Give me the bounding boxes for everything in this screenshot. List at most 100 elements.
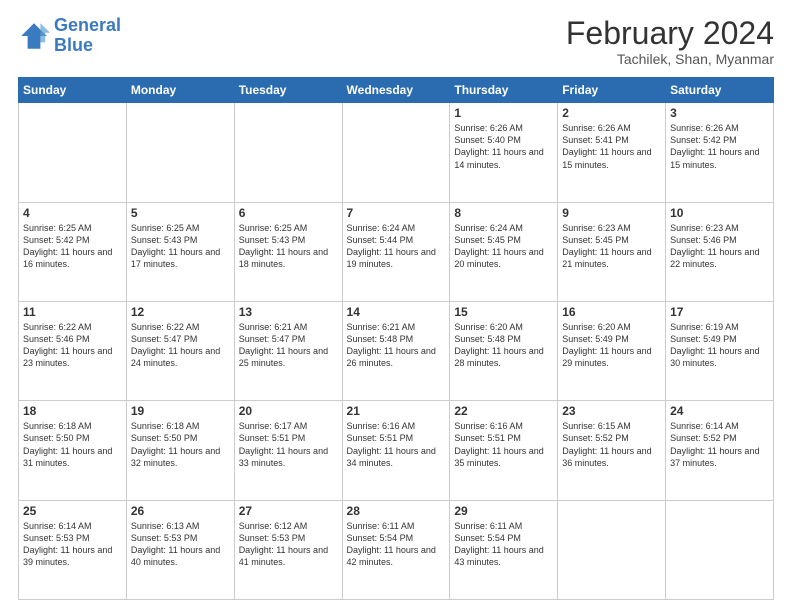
- day-info: Sunrise: 6:16 AM Sunset: 5:51 PM Dayligh…: [454, 420, 553, 469]
- day-cell: 29 Sunrise: 6:11 AM Sunset: 5:54 PM Dayli…: [450, 500, 558, 599]
- calendar-table: Sunday Monday Tuesday Wednesday Thursday…: [18, 77, 774, 600]
- day-info: Sunrise: 6:25 AM Sunset: 5:42 PM Dayligh…: [23, 222, 122, 271]
- day-cell: 20 Sunrise: 6:17 AM Sunset: 5:51 PM Dayli…: [234, 401, 342, 500]
- col-thursday: Thursday: [450, 78, 558, 103]
- day-cell: 12Sunrise: 6:22 AM Sunset: 5:47 PM Dayli…: [126, 301, 234, 400]
- day-info: Sunrise: 6:12 AM Sunset: 5:53 PM Dayligh…: [239, 520, 338, 569]
- day-number: 4: [23, 206, 122, 220]
- week-row-1: 1 Sunrise: 6:26 AM Sunset: 5:40 PM Daylig…: [19, 103, 774, 202]
- day-info: Sunrise: 6:21 AM Sunset: 5:47 PM Dayligh…: [239, 321, 338, 370]
- day-cell: [342, 103, 450, 202]
- day-number: 26: [131, 504, 230, 518]
- day-info: Sunrise: 6:23 AM Sunset: 5:46 PM Dayligh…: [670, 222, 769, 271]
- day-info: Sunrise: 6:23 AM Sunset: 5:45 PM Dayligh…: [562, 222, 661, 271]
- day-cell: 5 Sunrise: 6:25 AM Sunset: 5:43 PM Daylig…: [126, 202, 234, 301]
- day-info: Sunrise: 6:13 AM Sunset: 5:53 PM Dayligh…: [131, 520, 230, 569]
- day-number: 27: [239, 504, 338, 518]
- day-info: Sunrise: 6:16 AM Sunset: 5:51 PM Dayligh…: [347, 420, 446, 469]
- day-cell: [558, 500, 666, 599]
- day-cell: 6 Sunrise: 6:25 AM Sunset: 5:43 PM Daylig…: [234, 202, 342, 301]
- day-cell: 25Sunrise: 6:14 AM Sunset: 5:53 PM Dayli…: [19, 500, 127, 599]
- day-number: 2: [562, 106, 661, 120]
- day-number: 28: [347, 504, 446, 518]
- day-number: 19: [131, 404, 230, 418]
- week-row-5: 25Sunrise: 6:14 AM Sunset: 5:53 PM Dayli…: [19, 500, 774, 599]
- day-cell: [19, 103, 127, 202]
- day-number: 8: [454, 206, 553, 220]
- day-cell: 4 Sunrise: 6:25 AM Sunset: 5:42 PM Daylig…: [19, 202, 127, 301]
- day-number: 13: [239, 305, 338, 319]
- calendar-header-row: Sunday Monday Tuesday Wednesday Thursday…: [19, 78, 774, 103]
- day-info: Sunrise: 6:17 AM Sunset: 5:51 PM Dayligh…: [239, 420, 338, 469]
- day-cell: 21 Sunrise: 6:16 AM Sunset: 5:51 PM Dayli…: [342, 401, 450, 500]
- day-number: 6: [239, 206, 338, 220]
- col-tuesday: Tuesday: [234, 78, 342, 103]
- day-cell: 22Sunrise: 6:16 AM Sunset: 5:51 PM Dayli…: [450, 401, 558, 500]
- day-info: Sunrise: 6:26 AM Sunset: 5:42 PM Dayligh…: [670, 122, 769, 171]
- day-number: 17: [670, 305, 769, 319]
- day-cell: 27 Sunrise: 6:12 AM Sunset: 5:53 PM Dayli…: [234, 500, 342, 599]
- day-cell: 23 Sunrise: 6:15 AM Sunset: 5:52 PM Dayli…: [558, 401, 666, 500]
- day-cell: 19 Sunrise: 6:18 AM Sunset: 5:50 PM Dayli…: [126, 401, 234, 500]
- day-number: 25: [23, 504, 122, 518]
- day-cell: 17 Sunrise: 6:19 AM Sunset: 5:49 PM Dayli…: [666, 301, 774, 400]
- logo-icon: [18, 20, 50, 52]
- day-cell: 10 Sunrise: 6:23 AM Sunset: 5:46 PM Dayli…: [666, 202, 774, 301]
- logo-line2: Blue: [54, 35, 93, 55]
- day-info: Sunrise: 6:11 AM Sunset: 5:54 PM Dayligh…: [347, 520, 446, 569]
- day-number: 10: [670, 206, 769, 220]
- day-cell: 7 Sunrise: 6:24 AM Sunset: 5:44 PM Daylig…: [342, 202, 450, 301]
- day-number: 23: [562, 404, 661, 418]
- day-cell: 11 Sunrise: 6:22 AM Sunset: 5:46 PM Dayli…: [19, 301, 127, 400]
- day-cell: 8 Sunrise: 6:24 AM Sunset: 5:45 PM Daylig…: [450, 202, 558, 301]
- day-cell: 24 Sunrise: 6:14 AM Sunset: 5:52 PM Dayli…: [666, 401, 774, 500]
- day-number: 5: [131, 206, 230, 220]
- day-info: Sunrise: 6:24 AM Sunset: 5:44 PM Dayligh…: [347, 222, 446, 271]
- day-number: 11: [23, 305, 122, 319]
- col-monday: Monday: [126, 78, 234, 103]
- day-number: 1: [454, 106, 553, 120]
- day-number: 3: [670, 106, 769, 120]
- day-number: 24: [670, 404, 769, 418]
- header: General Blue February 2024 Tachilek, Sha…: [18, 16, 774, 67]
- day-number: 7: [347, 206, 446, 220]
- logo-line1: General: [54, 15, 121, 35]
- day-cell: [666, 500, 774, 599]
- day-cell: 14 Sunrise: 6:21 AM Sunset: 5:48 PM Dayli…: [342, 301, 450, 400]
- day-cell: 1 Sunrise: 6:26 AM Sunset: 5:40 PM Daylig…: [450, 103, 558, 202]
- day-cell: 13 Sunrise: 6:21 AM Sunset: 5:47 PM Dayli…: [234, 301, 342, 400]
- day-number: 16: [562, 305, 661, 319]
- day-number: 9: [562, 206, 661, 220]
- col-sunday: Sunday: [19, 78, 127, 103]
- day-number: 21: [347, 404, 446, 418]
- day-number: 14: [347, 305, 446, 319]
- col-friday: Friday: [558, 78, 666, 103]
- day-info: Sunrise: 6:25 AM Sunset: 5:43 PM Dayligh…: [239, 222, 338, 271]
- day-info: Sunrise: 6:18 AM Sunset: 5:50 PM Dayligh…: [131, 420, 230, 469]
- day-info: Sunrise: 6:21 AM Sunset: 5:48 PM Dayligh…: [347, 321, 446, 370]
- day-info: Sunrise: 6:25 AM Sunset: 5:43 PM Dayligh…: [131, 222, 230, 271]
- day-info: Sunrise: 6:22 AM Sunset: 5:46 PM Dayligh…: [23, 321, 122, 370]
- day-cell: 3 Sunrise: 6:26 AM Sunset: 5:42 PM Daylig…: [666, 103, 774, 202]
- day-cell: 26 Sunrise: 6:13 AM Sunset: 5:53 PM Dayli…: [126, 500, 234, 599]
- day-cell: 18Sunrise: 6:18 AM Sunset: 5:50 PM Dayli…: [19, 401, 127, 500]
- day-info: Sunrise: 6:18 AM Sunset: 5:50 PM Dayligh…: [23, 420, 122, 469]
- day-info: Sunrise: 6:20 AM Sunset: 5:48 PM Dayligh…: [454, 321, 553, 370]
- day-cell: [126, 103, 234, 202]
- day-info: Sunrise: 6:26 AM Sunset: 5:40 PM Dayligh…: [454, 122, 553, 171]
- main-title: February 2024: [566, 16, 774, 51]
- logo: General Blue: [18, 16, 121, 56]
- day-info: Sunrise: 6:11 AM Sunset: 5:54 PM Dayligh…: [454, 520, 553, 569]
- day-info: Sunrise: 6:20 AM Sunset: 5:49 PM Dayligh…: [562, 321, 661, 370]
- day-number: 29: [454, 504, 553, 518]
- day-info: Sunrise: 6:19 AM Sunset: 5:49 PM Dayligh…: [670, 321, 769, 370]
- day-info: Sunrise: 6:14 AM Sunset: 5:52 PM Dayligh…: [670, 420, 769, 469]
- week-row-3: 11 Sunrise: 6:22 AM Sunset: 5:46 PM Dayli…: [19, 301, 774, 400]
- day-cell: 2 Sunrise: 6:26 AM Sunset: 5:41 PM Daylig…: [558, 103, 666, 202]
- day-info: Sunrise: 6:26 AM Sunset: 5:41 PM Dayligh…: [562, 122, 661, 171]
- day-info: Sunrise: 6:24 AM Sunset: 5:45 PM Dayligh…: [454, 222, 553, 271]
- day-info: Sunrise: 6:15 AM Sunset: 5:52 PM Dayligh…: [562, 420, 661, 469]
- page: General Blue February 2024 Tachilek, Sha…: [0, 0, 792, 612]
- day-number: 20: [239, 404, 338, 418]
- title-block: February 2024 Tachilek, Shan, Myanmar: [566, 16, 774, 67]
